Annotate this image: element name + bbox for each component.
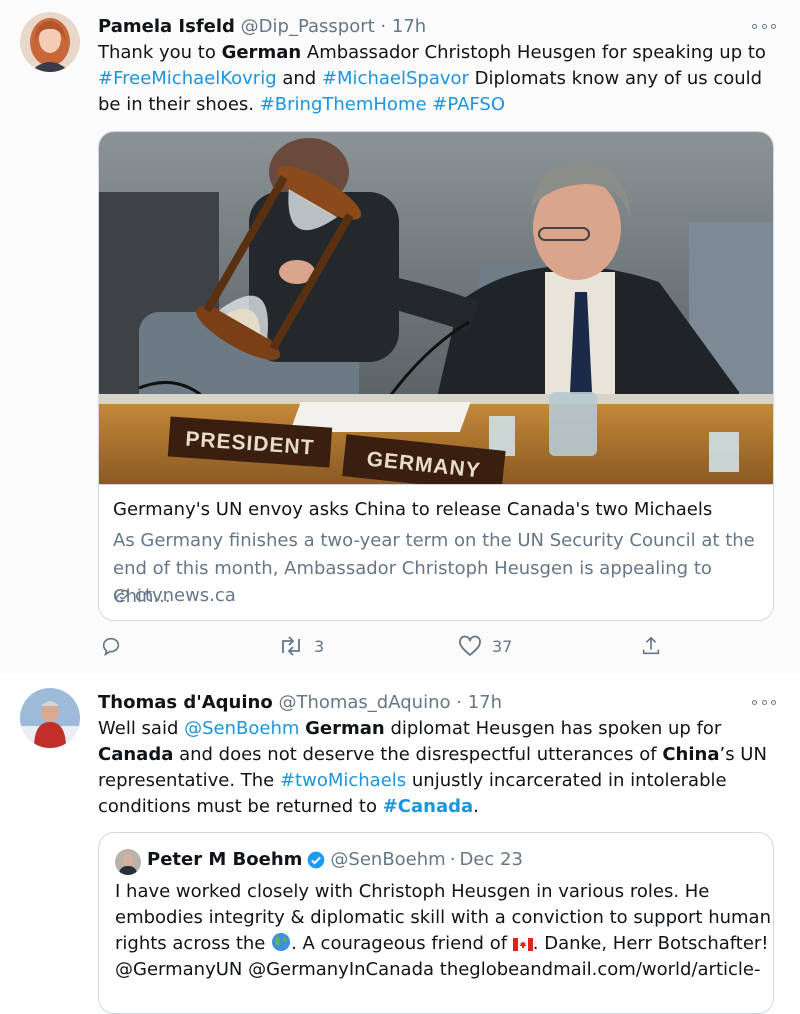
verified-badge-icon (308, 851, 325, 868)
highlight-word: German (305, 718, 385, 739)
tweet-time[interactable]: 17h (392, 16, 426, 37)
author-name[interactable]: Thomas d'Aquino (98, 692, 273, 713)
tweet-time[interactable]: 17h (468, 692, 502, 713)
tweet-text: Thank you to German Ambassador Christoph… (98, 40, 778, 118)
quoted-text: I have worked closely with Christoph Heu… (115, 879, 771, 983)
more-dots-icon[interactable] (752, 20, 776, 32)
highlight-word: Canada (98, 744, 174, 765)
quoted-avatar[interactable] (115, 849, 141, 875)
domain-text: ctvnews.ca (135, 585, 236, 606)
hashtag-link[interactable]: #Canada (383, 796, 473, 817)
quoted-header: Peter M Boehm @SenBoehm · Dec 23 (147, 849, 523, 870)
text-segment: Thank you to (98, 42, 222, 63)
hashtag-link[interactable]: #FreeMichaelKovrig (98, 68, 277, 89)
text-segment: diplomat Heusgen has spoken up for (384, 718, 722, 739)
avatar[interactable] (20, 688, 80, 748)
canada-flag-icon (512, 938, 533, 951)
quoted-line: rights across the . A courageous friend … (115, 931, 769, 957)
reply-button[interactable] (100, 635, 122, 657)
link-icon (115, 589, 129, 602)
like-count: 37 (492, 636, 513, 656)
share-icon (642, 636, 660, 655)
speech-bubble-icon (102, 637, 120, 656)
text-segment: and does not deserve the disrespectful u… (173, 744, 663, 765)
text-segment: rights across the (115, 933, 272, 954)
retweet-button[interactable]: 3 (278, 635, 324, 657)
text-segment: . (473, 796, 479, 817)
retweet-icon (282, 636, 300, 656)
link-preview-card[interactable]: PRESIDENT GERMANY Germany's UN envoy ask… (98, 131, 774, 621)
author-handle[interactable]: @Dip_Passport (241, 16, 375, 37)
quoted-author-name[interactable]: Peter M Boehm (147, 849, 302, 870)
hashtag-link[interactable]: #PAFSO (432, 94, 505, 115)
hashtag-link[interactable]: #twoMichaels (280, 770, 406, 791)
tweet-actions: 3 37 (0, 635, 800, 663)
avatar[interactable] (20, 12, 80, 72)
quoted-line: embodies integrity & diplomatic skill wi… (115, 907, 771, 928)
tweet-text: Well said @SenBoehm German diplomat Heus… (98, 716, 778, 820)
quoted-line[interactable]: @GermanyUN @GermanyInCanada theglobeandm… (115, 957, 765, 983)
card-title[interactable]: Germany's UN envoy asks China to release… (113, 499, 712, 520)
card-domain[interactable]: ctvnews.ca (113, 585, 236, 606)
highlight-word: German (221, 42, 302, 63)
author-name[interactable]: Pamela Isfeld (98, 16, 235, 37)
highlight-word: China (662, 744, 720, 765)
tweet-header: Pamela Isfeld @Dip_Passport · 17h (98, 16, 426, 37)
hashtag-link[interactable]: #MichaelSpavor (322, 68, 469, 89)
more-dots-icon[interactable] (752, 696, 776, 708)
separator-dot: · (380, 16, 387, 37)
text-segment: and (276, 68, 322, 89)
text-segment: Ambassador Christoph Heusgen for speakin… (301, 42, 766, 63)
card-details[interactable]: Germany's UN envoy asks China to release… (99, 484, 773, 620)
text-segment: . A courageous friend of (291, 933, 513, 954)
author-handle[interactable]: @Thomas_dAquino (278, 692, 450, 713)
article-photo: PRESIDENT GERMANY (99, 132, 773, 493)
heart-icon (459, 635, 481, 657)
quoted-line: I have worked closely with Christoph Heu… (115, 881, 710, 902)
tweet-header: Thomas d'Aquino @Thomas_dAquino · 17h (98, 692, 502, 713)
quoted-time[interactable]: Dec 23 (459, 849, 522, 870)
hashtag-link[interactable]: #BringThemHome (260, 94, 427, 115)
tweet-thomas-daquino[interactable]: Thomas d'Aquino @Thomas_dAquino · 17h We… (0, 674, 800, 1014)
mention-link[interactable]: @SenBoehm (184, 718, 299, 739)
quoted-tweet[interactable]: Peter M Boehm @SenBoehm · Dec 23 I have … (98, 832, 774, 1014)
separator-dot: · (449, 849, 456, 870)
globe-emoji-icon (272, 933, 291, 951)
share-button[interactable] (640, 635, 662, 657)
retweet-count: 3 (314, 636, 325, 656)
text-segment: Well said (98, 718, 185, 739)
tweet-pamela-isfeld[interactable]: Pamela Isfeld @Dip_Passport · 17h Thank … (0, 0, 800, 675)
quoted-author-handle[interactable]: @SenBoehm (330, 849, 445, 870)
like-button[interactable]: 37 (458, 635, 512, 657)
text-segment: . Danke, Herr Botschafter! (532, 933, 769, 954)
separator-dot: · (456, 692, 462, 713)
